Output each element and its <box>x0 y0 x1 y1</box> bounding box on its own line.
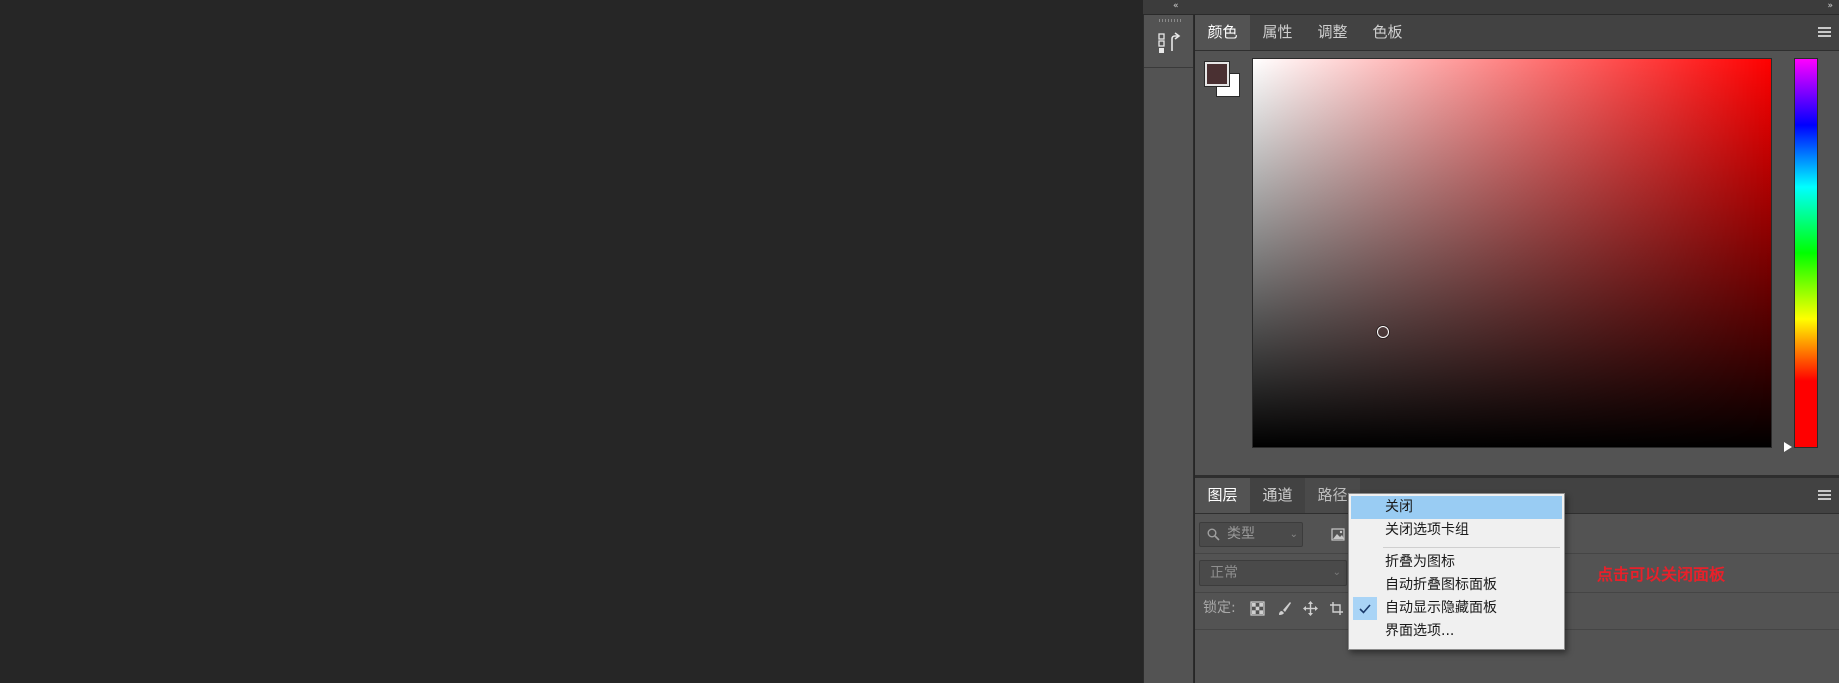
hue-slider-marker-icon[interactable] <box>1784 442 1792 452</box>
panel-context-menu: 关闭 关闭选项卡组 折叠为图标 自动折叠图标面板 自动显示隐藏面板 界面选项..… <box>1348 493 1565 650</box>
tab-color[interactable]: 颜色 <box>1195 15 1250 50</box>
menu-item-interface-options[interactable]: 界面选项... <box>1351 620 1562 643</box>
menu-item-label: 关闭选项卡组 <box>1385 522 1469 538</box>
search-icon <box>1207 528 1220 541</box>
menu-item-label: 自动显示隐藏面板 <box>1385 600 1497 616</box>
menu-item-auto-collapse-icon-panels[interactable]: 自动折叠图标面板 <box>1351 574 1562 597</box>
tab-layers[interactable]: 图层 <box>1195 478 1250 513</box>
saturation-brightness-field[interactable] <box>1252 58 1772 448</box>
menu-item-auto-show-hidden-panels[interactable]: 自动显示隐藏面板 <box>1351 597 1562 620</box>
menu-item-label: 关闭 <box>1385 499 1413 515</box>
dock-separator <box>1144 67 1193 68</box>
lock-image-pixels-brush-icon[interactable] <box>1277 601 1292 616</box>
tab-swatches[interactable]: 色板 <box>1360 15 1415 50</box>
layer-filter-placeholder: 类型 <box>1227 526 1255 542</box>
hue-slider[interactable] <box>1794 58 1818 448</box>
blend-mode-select[interactable]: 正常 ⌄ <box>1199 560 1347 586</box>
lock-label: 锁定: <box>1203 600 1236 616</box>
blend-mode-value: 正常 <box>1210 565 1238 581</box>
annotation-text: 点击可以关闭面板 <box>1597 565 1726 584</box>
color-panel-tabbar: 颜色 属性 调整 色板 <box>1195 15 1839 51</box>
panel-collapse-strip: « » <box>1143 0 1839 15</box>
layers-panel-menu-icon[interactable] <box>1818 490 1831 501</box>
lock-artboard-crop-icon[interactable] <box>1329 601 1344 616</box>
layer-filter-select[interactable]: 类型 ⌄ <box>1199 522 1303 547</box>
color-panel-menu-icon[interactable] <box>1818 27 1831 38</box>
tab-adjustments[interactable]: 调整 <box>1305 15 1360 50</box>
checkmark-icon <box>1353 597 1377 620</box>
tab-channels[interactable]: 通道 <box>1250 478 1305 513</box>
menu-item-label: 折叠为图标 <box>1385 554 1455 570</box>
menu-item-collapse-to-icons[interactable]: 折叠为图标 <box>1351 551 1562 574</box>
menu-item-close[interactable]: 关闭 <box>1351 496 1562 519</box>
history-panel-icon[interactable] <box>1156 30 1182 58</box>
chevron-down-icon: ⌄ <box>1289 529 1298 540</box>
menu-item-label: 自动折叠图标面板 <box>1385 577 1497 593</box>
tab-properties[interactable]: 属性 <box>1250 15 1305 50</box>
foreground-color-swatch[interactable] <box>1205 62 1229 86</box>
collapse-right-icon[interactable]: » <box>1827 0 1833 12</box>
lock-position-move-icon[interactable] <box>1303 601 1318 616</box>
document-canvas-area[interactable] <box>0 0 1143 683</box>
menu-item-close-tab-group[interactable]: 关闭选项卡组 <box>1351 519 1562 542</box>
color-panel: 颜色 属性 调整 色板 <box>1195 15 1839 475</box>
chevron-down-icon: ⌄ <box>1332 567 1341 578</box>
collapse-left-icon[interactable]: « <box>1173 0 1179 12</box>
menu-item-label: 界面选项... <box>1385 623 1455 639</box>
dock-grip-handle[interactable] <box>1159 19 1181 22</box>
image-filter-icon[interactable] <box>1331 528 1345 541</box>
menu-divider <box>1383 547 1560 548</box>
icon-dock <box>1143 15 1194 683</box>
color-picker-cursor[interactable] <box>1377 326 1389 338</box>
lock-transparent-pixels-icon[interactable] <box>1250 601 1265 616</box>
